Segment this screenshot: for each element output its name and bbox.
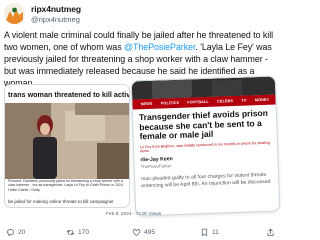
left-footer: be jailed for making online threats to k… — [8, 199, 114, 204]
left-headline: trans woman threatened to kill activist — [5, 85, 129, 101]
nav-item-money: MONEY — [254, 97, 270, 103]
bookmark-count: 11 — [212, 228, 219, 236]
reply-icon — [7, 228, 14, 236]
right-body: man pleaded guilty to all four charges f… — [141, 171, 280, 189]
reply-count: 20 — [18, 228, 26, 236]
like-icon — [132, 228, 141, 236]
reply-button[interactable]: 20 — [6, 226, 25, 238]
byline-handle: ThePosieParker — [140, 163, 172, 170]
left-photo — [5, 103, 129, 179]
action-bar: 20 170 495 11 — [4, 226, 278, 238]
left-article-screenshot[interactable]: trans woman threatened to kill activist … — [4, 84, 130, 208]
byline: rlie-Jay Keen ThePosieParker — [140, 153, 276, 174]
nav-item-news: NEWS — [140, 101, 153, 107]
nav-item-celebs: CELEBS — [217, 99, 234, 104]
byline-name: rlie-Jay Keen — [140, 156, 173, 164]
left-caption: Pictured: Davidson previously jailed for… — [8, 179, 124, 192]
nav-item-tv: TV — [241, 98, 247, 103]
bookmark-button[interactable]: 11 — [200, 226, 219, 238]
retweet-count: 170 — [78, 228, 90, 236]
like-count: 495 — [144, 228, 156, 236]
retweet-icon — [66, 229, 75, 235]
avatar[interactable] — [4, 3, 25, 24]
right-headline: Transgender thief avoids prison because … — [138, 107, 269, 142]
tweet-header: ripx4nutmeg @ripx4nutmeg — [4, 3, 278, 27]
avatar-image — [4, 3, 25, 24]
street-photo — [5, 103, 129, 179]
share-button[interactable] — [266, 226, 275, 238]
tweet-media[interactable]: trans woman threatened to kill activist … — [4, 75, 281, 217]
tweet-meta: Feb 8, 2024 · 714K Views — [106, 212, 162, 217]
share-icon — [267, 228, 274, 236]
mention-link[interactable]: @ThePosieParker — [124, 42, 195, 52]
nav-item-football: FOOTBALL — [187, 99, 209, 105]
right-article-screenshot[interactable]: NEWS POLITICS FOOTBALL CELEBS TV MONEY T… — [130, 75, 281, 217]
right-subheadline: Le Fey from Brighton, was initially sent… — [139, 140, 270, 154]
like-button[interactable]: 495 — [132, 226, 155, 238]
bookmark-icon — [201, 228, 208, 236]
author-name[interactable]: ripx4nutmeg — [31, 4, 81, 14]
author-handle[interactable]: @ripx4nutmeg — [31, 15, 80, 24]
retweet-button[interactable]: 170 — [66, 226, 89, 238]
nav-item-politics: POLITICS — [160, 100, 180, 106]
